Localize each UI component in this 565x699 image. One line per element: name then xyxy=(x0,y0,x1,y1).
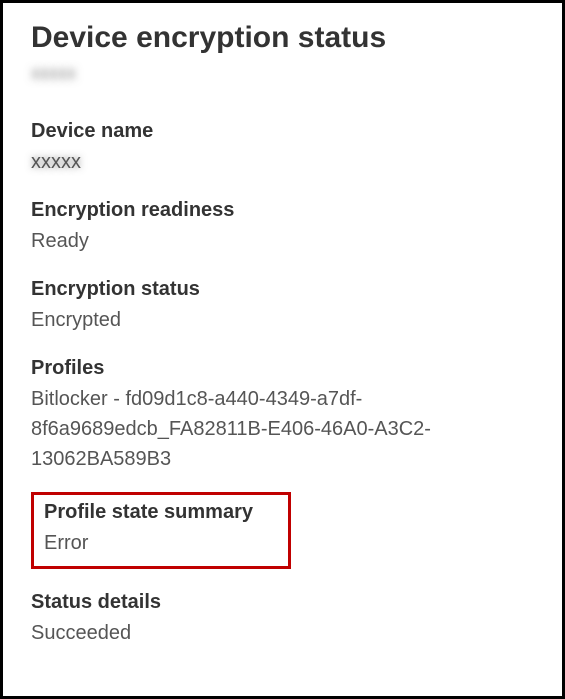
status-details-value: Succeeded xyxy=(31,618,534,648)
profile-state-summary-label: Profile state summary xyxy=(44,501,278,524)
section-profiles: Profiles Bitlocker - fd09d1c8-a440-4349-… xyxy=(31,357,534,474)
profile-state-summary-value: Error xyxy=(44,528,278,558)
section-encryption-status: Encryption status Encrypted xyxy=(31,278,534,335)
section-status-details: Status details Succeeded xyxy=(31,591,534,648)
encryption-readiness-label: Encryption readiness xyxy=(31,199,534,222)
profiles-value: Bitlocker - fd09d1c8-a440-4349-a7df-8f6a… xyxy=(31,384,534,474)
encryption-readiness-value: Ready xyxy=(31,226,534,256)
device-name-value: xxxxx xyxy=(31,147,534,177)
device-name-label: Device name xyxy=(31,120,534,143)
status-details-label: Status details xyxy=(31,591,534,614)
profile-state-summary-highlight: Profile state summary Error xyxy=(31,492,291,569)
encryption-status-value: Encrypted xyxy=(31,305,534,335)
page-title: Device encryption status xyxy=(31,21,534,55)
encryption-status-label: Encryption status xyxy=(31,278,534,301)
subtitle-blurred: xxxxx xyxy=(31,63,534,84)
section-device-name: Device name xxxxx xyxy=(31,120,534,177)
section-encryption-readiness: Encryption readiness Ready xyxy=(31,199,534,256)
profiles-label: Profiles xyxy=(31,357,534,380)
